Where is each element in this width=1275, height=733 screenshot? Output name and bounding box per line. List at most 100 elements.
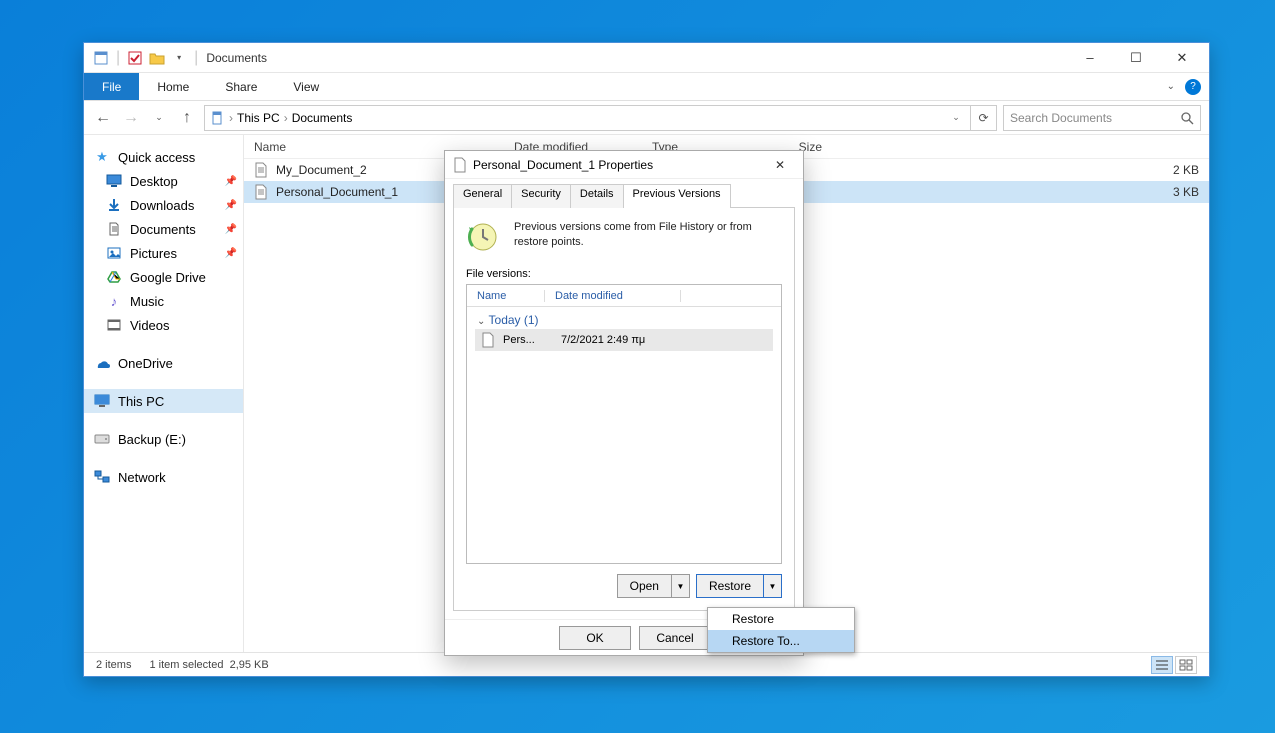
folder-icon[interactable] (148, 49, 166, 67)
minimize-button[interactable]: – (1067, 43, 1113, 73)
window-controls: – ☐ ✕ (1067, 43, 1205, 73)
open-button[interactable]: Open (618, 575, 671, 597)
file-icon (254, 184, 270, 200)
sidebar-label: Quick access (118, 150, 195, 165)
maximize-button[interactable]: ☐ (1113, 43, 1159, 73)
sidebar-this-pc[interactable]: This PC (84, 389, 243, 413)
pin-icon: 📌 (225, 176, 237, 187)
dialog-tab-body: Previous versions come from File History… (453, 207, 795, 611)
sidebar-item-label: Documents (130, 222, 196, 237)
window-title: Documents (206, 51, 267, 65)
view-large-icons-button[interactable] (1175, 656, 1197, 674)
onedrive-icon (94, 355, 110, 371)
sidebar-network[interactable]: Network (84, 465, 243, 489)
sidebar-item-desktop[interactable]: Desktop 📌 (84, 169, 243, 193)
open-dropdown-icon[interactable]: ▼ (671, 575, 689, 597)
videos-icon (106, 317, 122, 333)
qat-separator-2: | (194, 49, 198, 67)
tab-view[interactable]: View (275, 73, 337, 100)
history-icon (466, 220, 500, 254)
cancel-button[interactable]: Cancel (639, 626, 711, 650)
google-drive-icon (106, 269, 122, 285)
downloads-icon (106, 197, 122, 213)
sidebar-onedrive[interactable]: OneDrive (84, 351, 243, 375)
star-icon: ★ (94, 149, 110, 165)
up-button[interactable]: ↑ (176, 107, 198, 129)
sidebar-backup[interactable]: Backup (E:) (84, 427, 243, 451)
version-row[interactable]: Pers... 7/2/2021 2:49 πμ (475, 329, 773, 351)
dialog-close-button[interactable]: ✕ (765, 151, 795, 179)
view-details-button[interactable] (1151, 656, 1173, 674)
ribbon-tabs: File Home Share View ⌄ ? (84, 73, 1209, 101)
sidebar-item-label: Desktop (130, 174, 178, 189)
tab-home[interactable]: Home (139, 73, 207, 100)
documents-icon (106, 221, 122, 237)
tab-general[interactable]: General (453, 184, 512, 208)
open-split-button[interactable]: Open ▼ (617, 574, 690, 598)
ok-button[interactable]: OK (559, 626, 631, 650)
restore-dropdown-icon[interactable]: ▼ (763, 575, 781, 597)
version-file-icon (481, 332, 497, 348)
sidebar-item-label: Pictures (130, 246, 177, 261)
sidebar-label: Backup (E:) (118, 432, 186, 447)
versions-group[interactable]: ⌄ Today (1) (467, 307, 781, 329)
dialog-file-icon (453, 157, 467, 173)
file-name: Personal_Document_1 (276, 185, 398, 199)
tab-file[interactable]: File (84, 73, 139, 100)
sidebar-item-music[interactable]: ♪ Music (84, 289, 243, 313)
ver-col-name[interactable]: Name (467, 290, 545, 302)
menu-item-restore[interactable]: Restore (708, 608, 854, 630)
navigation-pane: ★ Quick access Desktop 📌 Downloads 📌 Docum… (84, 135, 244, 652)
desktop-icon (106, 173, 122, 189)
sidebar-item-pictures[interactable]: Pictures📌 (84, 241, 243, 265)
qat-dropdown-icon[interactable]: ▾ (170, 49, 188, 67)
restore-dropdown-menu: Restore Restore To... (707, 607, 855, 653)
sidebar-item-label: Google Drive (130, 270, 206, 285)
pin-icon: 📌 (225, 200, 237, 211)
ver-col-date[interactable]: Date modified (545, 290, 681, 302)
tab-security[interactable]: Security (511, 184, 571, 208)
quick-access-toolbar: | ▾ | (88, 49, 200, 67)
help-icon[interactable]: ? (1185, 79, 1201, 95)
tab-previous-versions[interactable]: Previous Versions (623, 184, 731, 208)
sidebar-item-label: Music (130, 294, 164, 309)
sidebar-quick-access[interactable]: ★ Quick access (84, 145, 243, 169)
crumb-thispc[interactable]: This PC (237, 111, 280, 125)
search-input[interactable]: Search Documents (1003, 105, 1201, 131)
tab-share[interactable]: Share (207, 73, 275, 100)
qat-checkbox-icon[interactable] (126, 49, 144, 67)
file-icon (254, 162, 270, 178)
sidebar-item-downloads[interactable]: Downloads 📌 (84, 193, 243, 217)
properties-dialog: Personal_Document_1 Properties ✕ General… (444, 150, 804, 656)
refresh-button[interactable]: ⟳ (971, 105, 997, 131)
sidebar-item-google-drive[interactable]: Google Drive (84, 265, 243, 289)
close-button[interactable]: ✕ (1159, 43, 1205, 73)
address-bar[interactable]: › This PC › Documents ⌄ (204, 105, 971, 131)
navigation-bar: ← → ⌄ ↑ › This PC › Documents ⌄ ⟳ Search… (84, 101, 1209, 135)
search-icon (1180, 111, 1194, 125)
restore-button[interactable]: Restore (697, 575, 763, 597)
music-icon: ♪ (106, 293, 122, 309)
forward-button[interactable]: → (120, 107, 142, 129)
tab-details[interactable]: Details (570, 184, 624, 208)
sidebar-label: Network (118, 470, 166, 485)
dialog-titlebar: Personal_Document_1 Properties ✕ (445, 151, 803, 179)
drive-icon (94, 431, 110, 447)
recent-dropdown-icon[interactable]: ⌄ (148, 107, 170, 129)
search-placeholder: Search Documents (1010, 111, 1112, 125)
sidebar-item-documents[interactable]: Documents📌 (84, 217, 243, 241)
dialog-title: Personal_Document_1 Properties (473, 158, 653, 172)
back-button[interactable]: ← (92, 107, 114, 129)
address-dropdown-icon[interactable]: ⌄ (946, 112, 966, 123)
properties-icon[interactable] (92, 49, 110, 67)
dialog-tabs: General Security Details Previous Versio… (453, 183, 795, 207)
restore-split-button[interactable]: Restore ▼ (696, 574, 782, 598)
crumb-separator: › (284, 111, 288, 125)
version-date: 7/2/2021 2:49 πμ (555, 334, 645, 346)
menu-item-restore-to[interactable]: Restore To... (708, 630, 854, 652)
sidebar-item-label: Downloads (130, 198, 194, 213)
expand-ribbon-icon[interactable]: ⌄ (1167, 81, 1175, 92)
sidebar-item-videos[interactable]: Videos (84, 313, 243, 337)
file-size: 3 KB (1173, 185, 1199, 199)
crumb-documents[interactable]: Documents (292, 111, 353, 125)
